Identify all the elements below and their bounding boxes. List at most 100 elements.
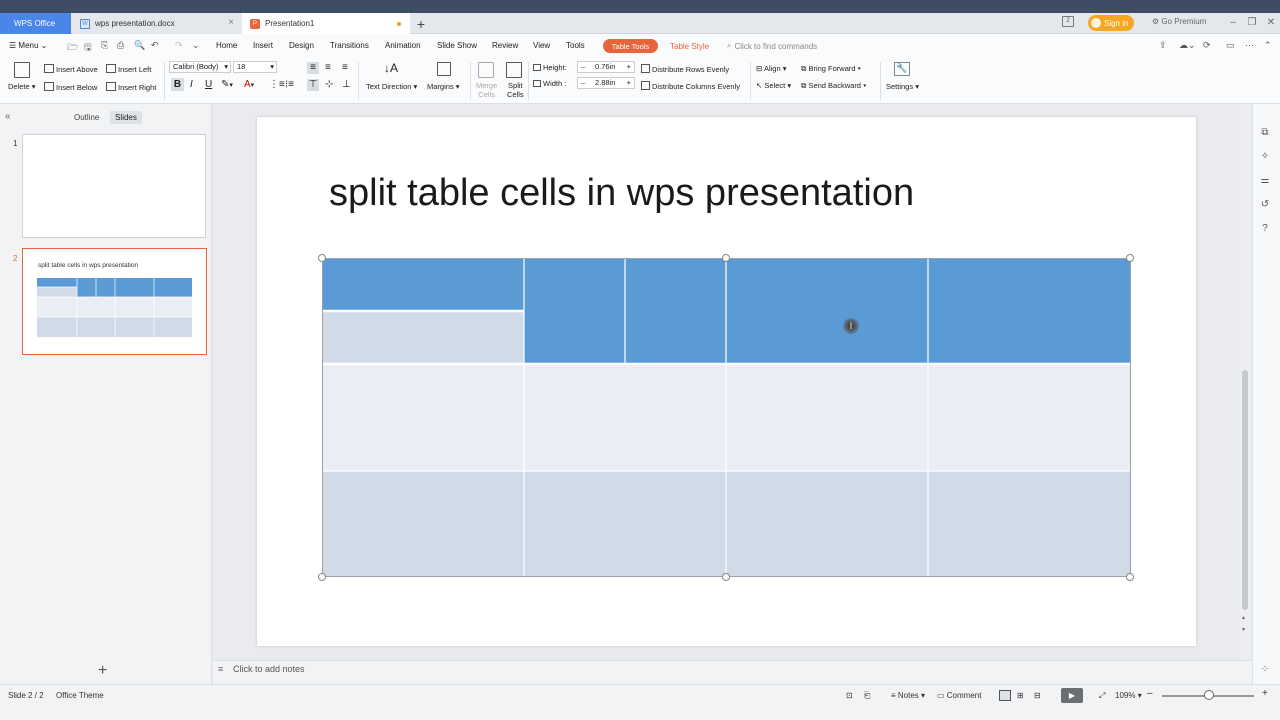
align-center-icon[interactable]: ≡ — [325, 62, 331, 73]
italic-button[interactable]: I — [190, 79, 193, 90]
add-slide-button[interactable]: + — [98, 662, 107, 680]
minimize-icon[interactable]: – — [1226, 15, 1240, 29]
normal-view-icon[interactable] — [999, 690, 1011, 701]
sign-in-button[interactable]: Sign in — [1088, 15, 1134, 31]
font-size-select[interactable]: 18 ▾ — [233, 61, 277, 73]
text-direction-button[interactable]: Text Direction ▾ — [366, 82, 417, 91]
more-icon[interactable]: ⋯ — [1245, 40, 1254, 51]
object-properties-icon[interactable]: ⧉ — [1259, 127, 1271, 139]
restore-icon[interactable]: ❐ — [1245, 15, 1259, 29]
redo-icon[interactable]: ↷ — [175, 40, 183, 51]
increase-icon[interactable]: + — [627, 62, 631, 72]
zoom-level[interactable]: 109% ▾ — [1115, 691, 1142, 700]
insert-right-button[interactable]: Insert Right — [106, 82, 156, 92]
zoom-out-icon[interactable]: – — [1147, 688, 1153, 699]
zoom-in-icon[interactable]: + — [1262, 688, 1268, 699]
tab-presentation[interactable]: P Presentation1 — [242, 13, 410, 34]
grid-icon[interactable]: ⁘ — [1259, 664, 1271, 676]
align-bottom-icon[interactable]: ⊥ — [342, 79, 351, 90]
menu-slide-show[interactable]: Slide Show — [437, 41, 477, 50]
slide-table[interactable] — [322, 258, 1131, 577]
theme-name[interactable]: Office Theme — [56, 691, 104, 700]
align-button[interactable]: ⊟ Align ▾ — [756, 64, 787, 73]
increase-icon[interactable]: + — [627, 78, 631, 88]
tab-table-style[interactable]: Table Style — [670, 42, 709, 51]
notes-placeholder[interactable]: Click to add notes — [233, 664, 305, 674]
comment-toggle[interactable]: ▭ Comment — [937, 691, 981, 700]
align-left-icon[interactable]: ≡ — [307, 62, 319, 74]
settings-button[interactable]: Settings ▾ — [886, 82, 919, 91]
resize-handle[interactable] — [318, 254, 326, 262]
new-tab-button[interactable]: + — [414, 13, 428, 34]
tab-document[interactable]: W wps presentation.docx × — [72, 13, 242, 34]
insert-left-button[interactable]: Insert Left — [106, 64, 151, 74]
select-button[interactable]: ↖ Select ▾ — [756, 81, 791, 90]
merge-cells-button[interactable]: Merge Cells — [476, 81, 497, 99]
slide-title[interactable]: split table cells in wps presentation — [329, 172, 914, 215]
resize-handle[interactable] — [1126, 573, 1134, 581]
delete-button[interactable]: Delete ▾ — [8, 82, 36, 91]
width-stepper[interactable]: – 2.88in + — [577, 77, 635, 89]
reading-view-icon[interactable]: ⊟ — [1034, 691, 1041, 700]
menu-button[interactable]: ☰ Menu ⌄ — [9, 41, 47, 50]
menu-view[interactable]: View — [533, 41, 550, 50]
go-premium-link[interactable]: ⚙ Go Premium — [1152, 17, 1206, 26]
zoom-slider-knob[interactable] — [1204, 690, 1214, 700]
find-commands-search[interactable]: ⌕ Click to find commands — [727, 41, 817, 51]
comment-icon[interactable]: ▭ — [1226, 40, 1235, 51]
slide-thumbnail-1[interactable] — [22, 134, 206, 238]
align-right-icon[interactable]: ≡ — [342, 62, 348, 73]
menu-insert[interactable]: Insert — [253, 41, 273, 50]
menu-design[interactable]: Design — [289, 41, 314, 50]
help-icon[interactable]: ? — [1259, 223, 1271, 235]
decrease-icon[interactable]: – — [581, 78, 585, 87]
tab-table-tools[interactable]: Table Tools — [603, 39, 658, 53]
save-icon[interactable]: 🖫 — [84, 40, 92, 56]
margins-button[interactable]: Margins ▾ — [427, 82, 460, 91]
customize-icon[interactable]: ⌄ — [192, 40, 200, 51]
tab-slides[interactable]: Slides — [110, 111, 142, 124]
highlight-icon[interactable]: ✎▾ — [221, 79, 233, 90]
menu-review[interactable]: Review — [492, 41, 518, 50]
slide-sorter-icon[interactable]: ⊞ — [1017, 691, 1024, 700]
protect-icon[interactable]: ⊡ — [846, 691, 853, 700]
align-middle-icon[interactable]: ⊹ — [325, 79, 333, 90]
close-window-icon[interactable]: ✕ — [1264, 15, 1278, 29]
distribute-rows-button[interactable]: Distribute Rows Evenly — [641, 64, 729, 74]
tab-outline[interactable]: Outline — [74, 113, 99, 122]
bullets-icon[interactable]: ⁝≡ — [285, 79, 294, 90]
font-name-select[interactable]: Calibri (Body) ▾ — [169, 61, 231, 73]
menu-animation[interactable]: Animation — [385, 41, 421, 50]
resize-handle[interactable] — [318, 573, 326, 581]
tab-wps-office[interactable]: WPS Office — [0, 13, 71, 34]
decrease-icon[interactable]: – — [581, 62, 585, 71]
resize-handle[interactable] — [1126, 254, 1134, 262]
align-top-icon[interactable]: ⊤ — [307, 79, 319, 91]
resize-handle[interactable] — [722, 254, 730, 262]
export-icon[interactable]: ⎘ — [101, 40, 108, 51]
distribute-columns-button[interactable]: Distribute Columns Evenly — [641, 81, 740, 91]
play-slideshow-button[interactable]: ▶ — [1061, 688, 1083, 703]
collapse-ribbon-icon[interactable]: ⌃ — [1264, 40, 1272, 51]
reading-icon[interactable]: ⎗ — [864, 691, 870, 701]
bring-forward-button[interactable]: ⧉ Bring Forward ▾ — [801, 64, 861, 74]
scroll-up-icon[interactable]: ▴ — [1242, 614, 1245, 621]
animation-icon[interactable]: ✧ — [1259, 151, 1271, 163]
font-color-icon[interactable]: A▾ — [244, 79, 254, 90]
history-icon[interactable]: ↺ — [1259, 199, 1271, 211]
insert-above-button[interactable]: Insert Above — [44, 64, 98, 74]
collapse-panel-icon[interactable]: « — [5, 111, 11, 122]
cloud-icon[interactable]: ☁⌄ — [1179, 40, 1196, 51]
screen-icon[interactable]: 2 — [1062, 16, 1074, 27]
send-backward-button[interactable]: ⧉ Send Backward ▾ — [801, 81, 866, 91]
notes-bar[interactable] — [213, 660, 1252, 684]
menu-home[interactable]: Home — [216, 41, 237, 50]
menu-transitions[interactable]: Transitions — [330, 41, 369, 50]
height-stepper[interactable]: – 0.76in + — [577, 61, 635, 73]
scroll-down-icon[interactable]: ▾ — [1242, 626, 1245, 633]
preview-icon[interactable]: 🔍 — [134, 40, 145, 51]
notes-toggle[interactable]: ≡ Notes ▾ — [891, 691, 925, 700]
scrollbar-thumb[interactable] — [1242, 370, 1248, 610]
bold-button[interactable]: B — [171, 78, 184, 91]
share-icon[interactable]: ⇪ — [1159, 40, 1167, 51]
